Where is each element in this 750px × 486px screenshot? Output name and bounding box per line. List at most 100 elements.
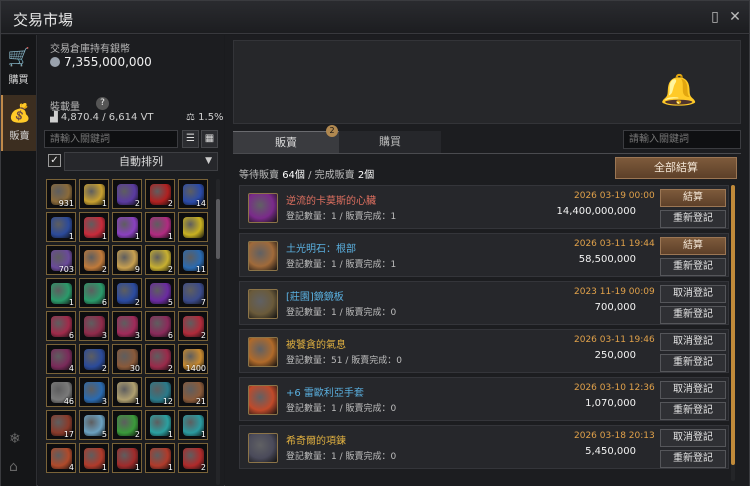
tab-divider: [233, 153, 741, 154]
relist-button[interactable]: 重新登記: [660, 354, 726, 372]
cart-icon: 🛒: [7, 47, 30, 68]
listing-item-icon: [248, 241, 278, 271]
inventory-slot[interactable]: 1: [46, 278, 76, 308]
item-count: 2: [200, 331, 206, 340]
tab-sell[interactable]: 販賣: [233, 131, 339, 153]
coin-icon: [50, 57, 60, 67]
inventory-slot[interactable]: 2: [112, 410, 142, 440]
inventory-slot[interactable]: 14: [178, 179, 208, 209]
inventory-slot[interactable]: 2: [178, 443, 208, 473]
listing-date: 2026 03-19 00:00: [574, 191, 655, 201]
nav-buy-button[interactable]: 🛒 購買: [1, 39, 36, 95]
tab-buy[interactable]: 購買: [339, 131, 441, 153]
inventory-slot[interactable]: 1: [112, 377, 142, 407]
inventory-slot[interactable]: 1: [79, 212, 109, 242]
item-count: 1400: [185, 364, 206, 373]
listing-scroll-track[interactable]: [731, 185, 735, 481]
inventory-scrollbar[interactable]: [216, 199, 220, 259]
inventory-slot[interactable]: 46: [46, 377, 76, 407]
inventory-slot[interactable]: 1: [145, 410, 175, 440]
settle-button[interactable]: 結算: [660, 189, 726, 207]
weight-value: ▟ 4,870.4 / 6,614 VT: [50, 112, 154, 123]
listing-row[interactable]: 希奇爾的項鍊 登記數量：1 / 販賣完成：0 2026 03-18 20:13 5,4…: [239, 425, 729, 469]
inventory-slot[interactable]: 6: [79, 278, 109, 308]
listing-row[interactable]: +6 雷歐利亞手套 登記數量：1 / 販賣完成：0 2026 03-10 12:36…: [239, 377, 729, 421]
storage-icon[interactable]: ⌂: [9, 459, 18, 475]
relist-button[interactable]: 重新登記: [660, 258, 726, 276]
inventory-slot[interactable]: 2: [145, 245, 175, 275]
cancel-listing-button[interactable]: 取消登記: [660, 333, 726, 351]
cancel-listing-button[interactable]: 取消登記: [660, 381, 726, 399]
inventory-slot[interactable]: 931: [46, 179, 76, 209]
inventory-slot[interactable]: 1: [79, 443, 109, 473]
cancel-listing-button[interactable]: 取消登記: [660, 285, 726, 303]
relist-button[interactable]: 重新登記: [660, 450, 726, 468]
auto-sort-checkbox[interactable]: ✓: [48, 154, 61, 167]
inventory-slot[interactable]: 2: [79, 344, 109, 374]
cancel-listing-button[interactable]: 取消登記: [660, 429, 726, 447]
inventory-slot[interactable]: 703: [46, 245, 76, 275]
relist-button[interactable]: 重新登記: [660, 210, 726, 228]
item-count: 931: [58, 199, 74, 208]
grid-view-icon[interactable]: ▦: [201, 130, 218, 148]
inventory-slot[interactable]: 11: [178, 245, 208, 275]
listing-price: 1,070,000: [585, 398, 636, 409]
inventory-slot[interactable]: 2: [112, 278, 142, 308]
inventory-slot[interactable]: 12: [145, 377, 175, 407]
inventory-slot[interactable]: 5: [145, 278, 175, 308]
inventory-slot[interactable]: 1: [79, 179, 109, 209]
market-search-input[interactable]: [623, 130, 741, 149]
relist-button[interactable]: 重新登記: [660, 306, 726, 324]
inventory-slot[interactable]: [178, 212, 208, 242]
weight-label: 裝載量: [50, 102, 80, 113]
market-panel: 🔔 販賣 購買 2 等待販賣 64個 / 完成販賣 2個 全部結算 逆流的卡莫斯…: [225, 35, 749, 486]
inventory-search-input[interactable]: [44, 130, 178, 148]
inventory-slot[interactable]: 1: [46, 212, 76, 242]
inventory-slot[interactable]: 17: [46, 410, 76, 440]
sort-dropdown[interactable]: 自動排列 ▼: [64, 152, 218, 171]
inventory-slot[interactable]: 5: [79, 410, 109, 440]
listing-row[interactable]: [莊園]鏡鏡板 登記數量：1 / 販賣完成：0 2023 11-19 00:09 70…: [239, 281, 729, 325]
inventory-slot[interactable]: 4: [46, 344, 76, 374]
inventory-slot[interactable]: 1: [145, 212, 175, 242]
listing-price: 700,000: [594, 302, 636, 313]
inventory-slot[interactable]: 2: [145, 344, 175, 374]
listing-row[interactable]: 被饕貪的氣息 登記數量：51 / 販賣完成：0 2026 03-11 19:46 25…: [239, 329, 729, 373]
tree-icon[interactable]: ❄: [9, 431, 21, 447]
listing-row[interactable]: 逆流的卡莫斯的心臟 登記數量：1 / 販賣完成：1 2026 03-19 00:00…: [239, 185, 729, 229]
list-view-icon[interactable]: ☰: [182, 130, 199, 148]
item-count: 1: [68, 232, 74, 241]
inventory-slot[interactable]: 1: [145, 443, 175, 473]
help-icon[interactable]: ?: [96, 97, 109, 110]
inventory-slot[interactable]: 7: [178, 278, 208, 308]
inventory-slot[interactable]: 1: [112, 443, 142, 473]
inventory-slot[interactable]: 1: [178, 410, 208, 440]
listing-scrollbar[interactable]: [731, 185, 735, 465]
listing-item-icon: [248, 433, 278, 463]
inventory-slot[interactable]: 9: [112, 245, 142, 275]
inventory-slot[interactable]: 21: [178, 377, 208, 407]
silver-amount: 7,355,000,000: [64, 55, 152, 69]
bell-icon: 🔔: [660, 73, 698, 108]
inventory-slot[interactable]: 2: [79, 245, 109, 275]
settle-button[interactable]: 結算: [660, 237, 726, 255]
relist-button[interactable]: 重新登記: [660, 402, 726, 420]
inventory-slot[interactable]: 3: [112, 311, 142, 341]
listing-row[interactable]: 土光明石：根部 登記數量：1 / 販賣完成：1 2026 03-11 19:44 58…: [239, 233, 729, 277]
inventory-slot[interactable]: 4: [46, 443, 76, 473]
inventory-slot[interactable]: 3: [79, 311, 109, 341]
inventory-slot[interactable]: 1400: [178, 344, 208, 374]
inventory-slot[interactable]: 30: [112, 344, 142, 374]
settle-all-button[interactable]: 全部結算: [615, 157, 737, 179]
nav-sell-button[interactable]: 💰 販賣: [1, 95, 36, 151]
phone-icon[interactable]: ▯: [707, 9, 723, 25]
inventory-slot[interactable]: 2: [178, 311, 208, 341]
listing-name: 逆流的卡莫斯的心臟: [286, 196, 376, 207]
inventory-slot[interactable]: 1: [112, 212, 142, 242]
inventory-slot[interactable]: 2: [145, 179, 175, 209]
inventory-slot[interactable]: 6: [145, 311, 175, 341]
close-icon[interactable]: ✕: [727, 9, 743, 25]
inventory-slot[interactable]: 3: [79, 377, 109, 407]
inventory-slot[interactable]: 6: [46, 311, 76, 341]
inventory-slot[interactable]: 2: [112, 179, 142, 209]
